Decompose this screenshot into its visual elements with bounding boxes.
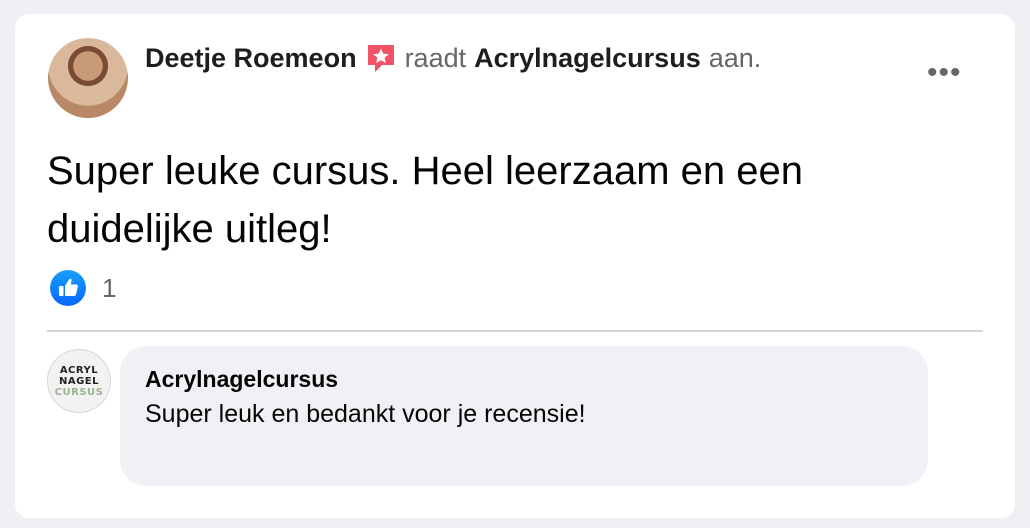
page-logo-avatar[interactable]: ACRYL NAGEL CURSUS (47, 349, 111, 413)
divider (47, 330, 983, 332)
reaction-count: 1 (102, 272, 117, 303)
review-card: Deetje Roemeon raadt Acrylnagelcursus aa… (15, 14, 1015, 518)
page-name[interactable]: Acrylnagelcursus (474, 43, 701, 74)
reply-author[interactable]: Acrylnagelcursus (145, 366, 338, 393)
author-name[interactable]: Deetje Roemeon (145, 43, 357, 74)
reply-bubble: Acrylnagelcursus Super leuk en bedankt v… (120, 346, 928, 486)
recommend-suffix: aan. (708, 42, 762, 73)
logo-line-1: ACRYL (59, 364, 99, 376)
review-header: Deetje Roemeon raadt Acrylnagelcursus aa… (145, 42, 761, 74)
logo-line-2: NAGEL (58, 375, 100, 387)
like-icon (50, 270, 86, 306)
reactions-bar[interactable]: 1 (50, 270, 116, 306)
recommend-star-icon (365, 42, 397, 74)
recommend-verb: raadt (404, 42, 467, 73)
more-options-icon[interactable]: ••• (927, 58, 962, 88)
author-avatar[interactable] (48, 38, 128, 118)
reply-text: Super leuk en bedankt voor je recensie! (145, 400, 586, 428)
logo-line-3: CURSUS (54, 386, 104, 398)
review-text: Super leuke cursus. Heel leerzaam en een… (47, 149, 803, 251)
